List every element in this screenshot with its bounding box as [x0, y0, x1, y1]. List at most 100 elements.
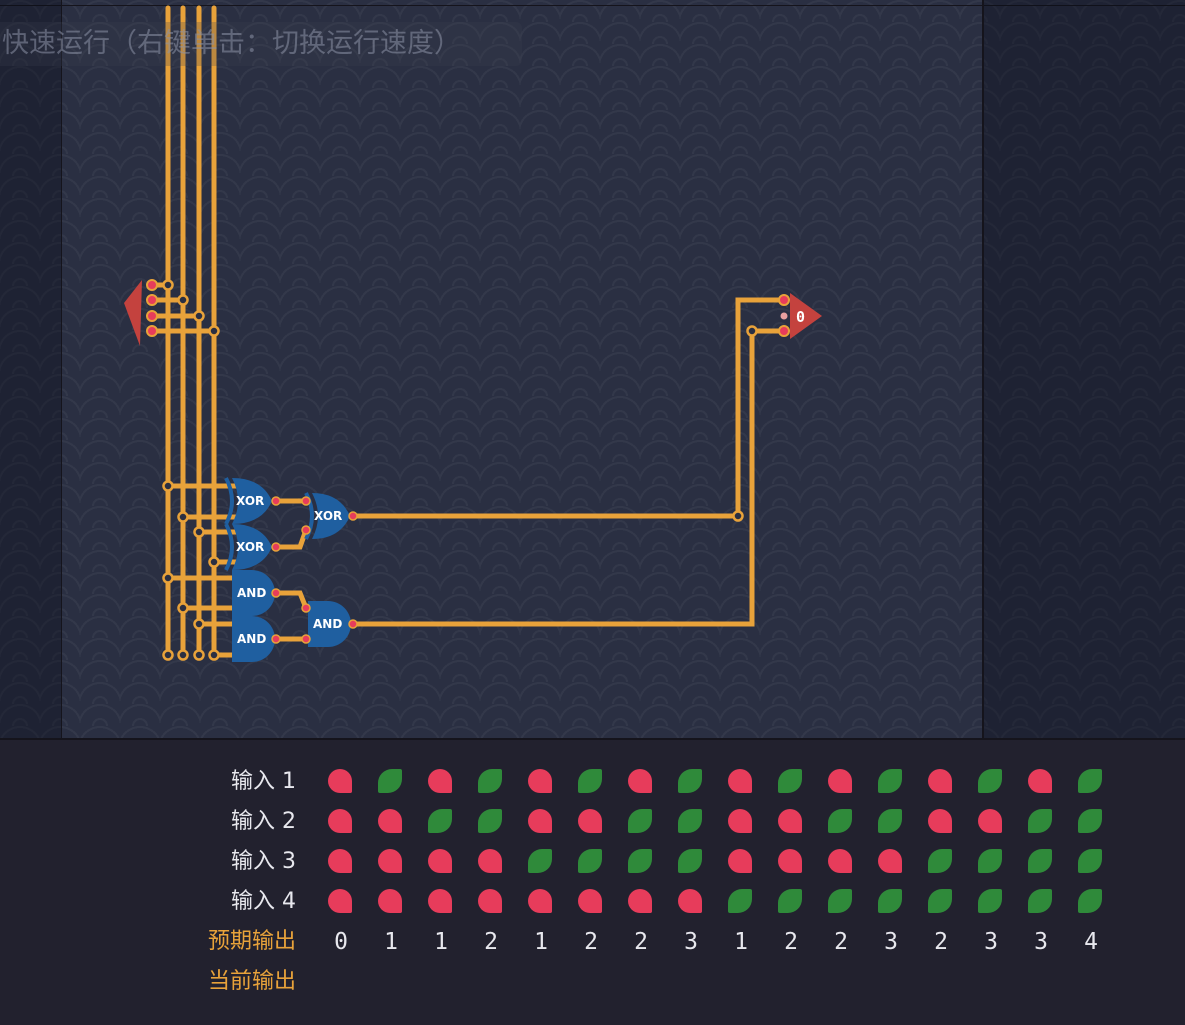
- input-on-cell: [1028, 849, 1054, 875]
- input-off-cell: [478, 849, 504, 875]
- green-leaf-icon: [1078, 889, 1102, 913]
- input-on-cell: [678, 809, 704, 835]
- input-off-cell: [678, 889, 704, 915]
- green-leaf-icon: [828, 889, 852, 913]
- green-leaf-icon: [628, 809, 652, 833]
- input-on-cell: [1078, 769, 1104, 795]
- red-leaf-icon: [528, 809, 552, 833]
- gate-label: XOR: [236, 540, 264, 554]
- expected-output-value: 0: [334, 929, 348, 955]
- input-on-cell: [1028, 889, 1054, 915]
- red-leaf-icon: [978, 809, 1002, 833]
- current-output-label: 当前输出: [207, 969, 296, 994]
- input-off-cell: [778, 809, 804, 835]
- and-gate-2[interactable]: AND: [232, 616, 275, 662]
- red-leaf-icon: [678, 889, 702, 913]
- input-off-cell: [378, 889, 404, 915]
- input-off-cell: [728, 769, 754, 795]
- xor-gate-3[interactable]: XOR: [304, 492, 350, 540]
- gate-label: XOR: [314, 509, 342, 523]
- red-leaf-icon: [428, 769, 452, 793]
- current-output-row: 当前输出: [0, 964, 1185, 1000]
- input-on-cell: [928, 849, 954, 875]
- expected-output-row: 预期输出 0 1 1 2 1 2 2 3 1 2 2 3 2 3 3 4: [0, 924, 1185, 960]
- red-leaf-icon: [878, 849, 902, 873]
- input-on-cell: [778, 769, 804, 795]
- red-leaf-icon: [728, 769, 752, 793]
- truth-table-input-row-1: 输入 1: [0, 764, 1185, 800]
- input-off-cell: [828, 769, 854, 795]
- input-off-cell: [828, 849, 854, 875]
- input-off-cell: [728, 809, 754, 835]
- input-row-label: 输入 3: [231, 849, 296, 874]
- input-off-cell: [928, 809, 954, 835]
- expected-output-value: 3: [984, 929, 998, 955]
- green-leaf-icon: [628, 849, 652, 873]
- input-off-cell: [378, 809, 404, 835]
- input-row-label: 输入 4: [231, 889, 296, 914]
- input-off-cell: [578, 889, 604, 915]
- green-leaf-icon: [928, 849, 952, 873]
- red-leaf-icon: [478, 889, 502, 913]
- input-on-cell: [678, 769, 704, 795]
- input-on-cell: [878, 769, 904, 795]
- red-leaf-icon: [928, 769, 952, 793]
- input-on-cell: [678, 849, 704, 875]
- input-on-cell: [928, 889, 954, 915]
- red-leaf-icon: [478, 849, 502, 873]
- input-off-cell: [728, 849, 754, 875]
- input-off-cell: [528, 769, 554, 795]
- green-leaf-icon: [428, 809, 452, 833]
- input-on-cell: [528, 849, 554, 875]
- expected-output-value: 3: [684, 929, 698, 955]
- green-leaf-icon: [828, 809, 852, 833]
- input-on-cell: [1028, 809, 1054, 835]
- circuit-diagram[interactable]: XOR XOR XOR AND AND AND 0: [0, 0, 1185, 738]
- input-off-cell: [578, 809, 604, 835]
- green-leaf-icon: [378, 769, 402, 793]
- input-off-cell: [428, 889, 454, 915]
- green-leaf-icon: [978, 769, 1002, 793]
- red-leaf-icon: [528, 889, 552, 913]
- red-leaf-icon: [1028, 769, 1052, 793]
- input-off-cell: [328, 809, 354, 835]
- speed-tooltip: 快速运行（右键单击：切换运行速度）: [0, 22, 522, 66]
- gate-label: AND: [237, 586, 266, 600]
- input-row-label: 输入 2: [231, 809, 296, 834]
- input-row-label: 输入 1: [231, 769, 296, 794]
- input-off-cell: [528, 809, 554, 835]
- and-gate-3[interactable]: AND: [308, 601, 351, 647]
- truth-table-input-row-3: 输入 3: [0, 844, 1185, 880]
- red-leaf-icon: [378, 849, 402, 873]
- input-off-cell: [878, 849, 904, 875]
- red-leaf-icon: [778, 809, 802, 833]
- input-off-cell: [1028, 769, 1054, 795]
- expected-output-value: 2: [834, 929, 848, 955]
- expected-output-value: 2: [584, 929, 598, 955]
- input-on-cell: [1078, 889, 1104, 915]
- expected-output-value: 1: [384, 929, 398, 955]
- input-component[interactable]: [124, 279, 158, 346]
- green-leaf-icon: [878, 809, 902, 833]
- red-leaf-icon: [778, 849, 802, 873]
- input-on-cell: [978, 889, 1004, 915]
- output-display[interactable]: 0: [778, 293, 822, 339]
- expected-output-value: 1: [434, 929, 448, 955]
- red-leaf-icon: [328, 809, 352, 833]
- input-on-cell: [878, 889, 904, 915]
- input-on-cell: [978, 849, 1004, 875]
- gate-label: XOR: [236, 494, 264, 508]
- and-gate-1[interactable]: AND: [232, 570, 275, 616]
- gate-label: AND: [313, 617, 342, 631]
- green-leaf-icon: [578, 769, 602, 793]
- input-on-cell: [828, 889, 854, 915]
- red-leaf-icon: [378, 809, 402, 833]
- expected-output-label: 预期输出: [207, 929, 296, 954]
- input-on-cell: [628, 809, 654, 835]
- expected-output-value: 4: [1084, 929, 1098, 955]
- input-on-cell: [1078, 809, 1104, 835]
- expected-output-value: 2: [934, 929, 948, 955]
- input-on-cell: [628, 849, 654, 875]
- red-leaf-icon: [828, 769, 852, 793]
- input-off-cell: [628, 889, 654, 915]
